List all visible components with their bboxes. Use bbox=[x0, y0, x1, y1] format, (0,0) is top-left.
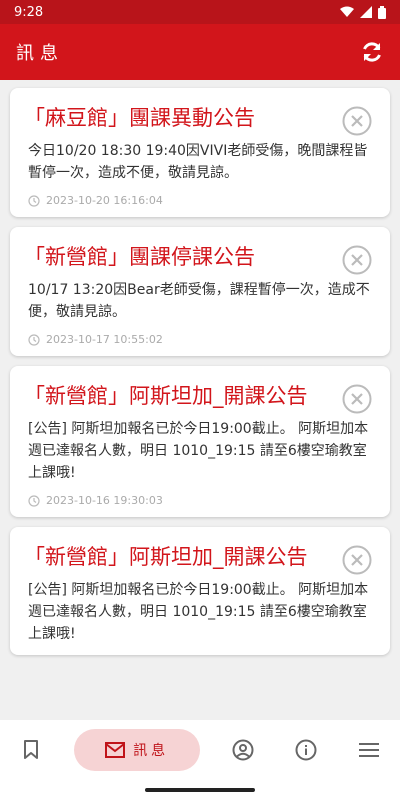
wifi-icon bbox=[340, 6, 354, 17]
announcement-body: [公告] 阿斯坦加報名已於今日19:00截止。 阿斯坦加本週已達報名人數，明日 … bbox=[28, 421, 369, 481]
nav-bookmark[interactable] bbox=[11, 730, 51, 770]
battery-icon bbox=[378, 5, 386, 19]
announcement-title: 「新營館」團課停課公告 bbox=[24, 245, 255, 269]
announcement-time: 2023-10-17 10:55:02 bbox=[24, 333, 376, 346]
signal-icon bbox=[360, 6, 372, 18]
announcement-title: 「新營館」阿斯坦加_開課公告 bbox=[24, 384, 308, 408]
status-bar: 9:28 bbox=[0, 0, 400, 24]
announcement-timestamp: 2023-10-17 10:55:02 bbox=[46, 333, 163, 346]
announcement-card[interactable]: 「麻豆館」團課異動公告 今日10/20 18:30 19:40因VIVI老師受傷… bbox=[10, 88, 390, 217]
announcement-card[interactable]: 「新營館」阿斯坦加_開課公告 [公告] 阿斯坦加報名已於今日19:00截止。 阿… bbox=[10, 527, 390, 655]
status-icons bbox=[340, 5, 386, 19]
announcement-body: 今日10/20 18:30 19:40因VIVI老師受傷，晚間課程皆暫停一次，造… bbox=[28, 143, 368, 181]
status-time: 9:28 bbox=[14, 4, 44, 20]
refresh-button[interactable] bbox=[356, 36, 388, 68]
bookmark-icon bbox=[24, 740, 39, 759]
mail-icon bbox=[105, 742, 126, 758]
close-icon[interactable] bbox=[342, 545, 372, 575]
gesture-bar bbox=[0, 780, 400, 800]
announcement-body: [公告] 阿斯坦加報名已於今日19:00截止。 阿斯坦加本週已達報名人數，明日 … bbox=[28, 582, 369, 642]
announcement-timestamp: 2023-10-16 19:30:03 bbox=[46, 494, 163, 507]
account-circle-icon bbox=[232, 739, 254, 761]
nav-messages-label: 訊息 bbox=[133, 743, 170, 759]
nav-profile[interactable] bbox=[223, 730, 263, 770]
announcement-card[interactable]: 「新營館」阿斯坦加_開課公告 [公告] 阿斯坦加報名已於今日19:00截止。 阿… bbox=[10, 366, 390, 517]
announcement-timestamp: 2023-10-20 16:16:04 bbox=[46, 194, 163, 207]
close-icon[interactable] bbox=[342, 384, 372, 414]
nav-info[interactable] bbox=[286, 730, 326, 770]
app-bar: 訊息 bbox=[0, 24, 400, 80]
clock-icon bbox=[28, 333, 40, 346]
menu-icon bbox=[358, 743, 379, 757]
close-icon[interactable] bbox=[342, 245, 372, 275]
announcement-list[interactable]: 「麻豆館」團課異動公告 今日10/20 18:30 19:40因VIVI老師受傷… bbox=[0, 80, 400, 720]
announcement-time: 2023-10-20 16:16:04 bbox=[24, 194, 376, 207]
nav-messages[interactable]: 訊息 bbox=[74, 729, 201, 771]
info-icon bbox=[295, 739, 317, 761]
announcement-title: 「麻豆館」團課異動公告 bbox=[24, 106, 255, 130]
page-title: 訊息 bbox=[16, 43, 64, 64]
announcement-time: 2023-10-16 19:30:03 bbox=[24, 494, 376, 507]
refresh-icon bbox=[363, 42, 381, 62]
announcement-card[interactable]: 「新營館」團課停課公告 10/17 13:20因Bear老師受傷，課程暫停一次，… bbox=[10, 227, 390, 356]
clock-icon bbox=[28, 494, 40, 507]
announcement-body: 10/17 13:20因Bear老師受傷，課程暫停一次，造成不便，敬請見諒。 bbox=[28, 282, 370, 320]
gesture-handle[interactable] bbox=[145, 788, 255, 792]
nav-menu[interactable] bbox=[349, 730, 389, 770]
announcement-title: 「新營館」阿斯坦加_開課公告 bbox=[24, 545, 308, 569]
close-icon[interactable] bbox=[342, 106, 372, 136]
bottom-nav: 訊息 bbox=[0, 720, 400, 780]
clock-icon bbox=[28, 194, 40, 207]
